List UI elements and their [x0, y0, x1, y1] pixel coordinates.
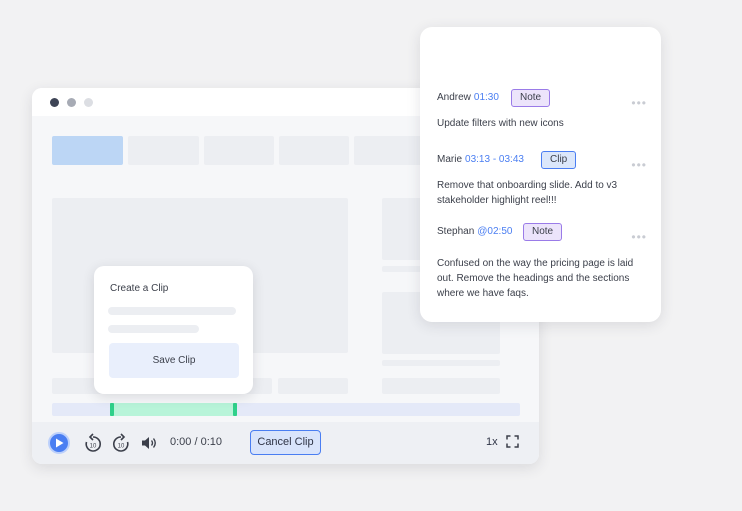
comment-item: Stephan @02:50 Note ••• Confused on the w…	[437, 222, 647, 301]
clip-range-selection[interactable]	[110, 403, 237, 416]
comment-timestamp[interactable]: @02:50	[477, 226, 512, 237]
comment-item: Andrew 01:30 Note ••• Update filters with…	[437, 88, 647, 131]
svg-text:10: 10	[90, 444, 97, 450]
placeholder-row	[382, 378, 500, 394]
svg-text:10: 10	[118, 444, 125, 450]
note-badge: Note	[523, 223, 563, 241]
more-icon[interactable]: •••	[631, 93, 647, 113]
clip-name-placeholder-line	[108, 307, 236, 315]
placeholder-row	[278, 378, 348, 394]
rewind-10-icon[interactable]: 10	[84, 433, 102, 453]
clip-end-handle[interactable]	[233, 403, 237, 416]
play-button[interactable]	[48, 432, 70, 454]
forward-10-icon[interactable]: 10	[112, 433, 130, 453]
comment-timestamp[interactable]: 03:13 - 03:43	[465, 154, 524, 165]
placeholder-nav	[279, 136, 349, 165]
note-badge: Note	[511, 89, 551, 107]
save-clip-button[interactable]: Save Clip	[109, 343, 239, 378]
comment-timestamp[interactable]: 01:30	[474, 92, 499, 103]
comment-item: Marie 03:13 - 03:43 Clip ••• Remove that …	[437, 150, 647, 208]
volume-icon[interactable]	[140, 433, 158, 453]
window-maximize-dot[interactable]	[84, 98, 93, 107]
placeholder-nav	[128, 136, 199, 165]
window-minimize-dot[interactable]	[67, 98, 76, 107]
more-icon[interactable]: •••	[631, 227, 647, 247]
window-close-dot[interactable]	[50, 98, 59, 107]
player-controls: 10 10 0:00 / 0:10 Cancel Clip 1x	[32, 422, 539, 464]
comment-author: Stephan	[437, 226, 475, 237]
placeholder-nav-active	[52, 136, 123, 165]
create-clip-title: Create a Clip	[110, 283, 169, 294]
comment-text: Remove that onboarding slide. Add to v3 …	[437, 180, 618, 206]
placeholder-side-line	[382, 360, 500, 366]
comment-text: Update filters with new icons	[437, 118, 564, 129]
timeline-track[interactable]	[52, 403, 520, 416]
placeholder-nav	[354, 136, 424, 165]
clip-start-handle[interactable]	[110, 403, 114, 416]
clip-badge: Clip	[541, 151, 577, 169]
clip-desc-placeholder-line	[108, 325, 199, 333]
cancel-clip-button[interactable]: Cancel Clip	[250, 430, 321, 455]
comment-author: Marie	[437, 154, 463, 165]
more-icon[interactable]: •••	[631, 155, 647, 175]
create-clip-card: Create a Clip Save Clip	[94, 266, 253, 394]
comment-text: Confused on the way the pricing page is …	[437, 258, 634, 299]
comment-author: Andrew	[437, 92, 471, 103]
play-icon	[55, 438, 63, 448]
fullscreen-icon[interactable]	[506, 435, 519, 448]
comments-panel: Andrew 01:30 Note ••• Update filters with…	[420, 27, 661, 322]
placeholder-nav	[204, 136, 274, 165]
playback-speed-button[interactable]: 1x	[486, 436, 498, 448]
time-display: 0:00 / 0:10	[170, 436, 222, 448]
